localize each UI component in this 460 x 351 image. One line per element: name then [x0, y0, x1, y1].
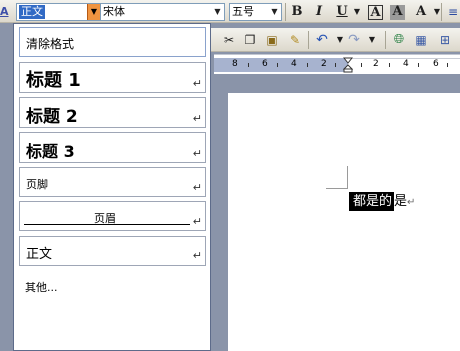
copy-icon[interactable]: ❐	[241, 31, 259, 49]
size-combo-value: 五号	[232, 5, 254, 18]
ruler-tick	[447, 63, 448, 67]
horizontal-ruler[interactable]: 8 6 4 2 2 4 6	[214, 54, 460, 74]
undo-icon[interactable]: ↶	[313, 31, 331, 49]
insert-table-icon[interactable]: ⊞	[436, 31, 454, 49]
margin-corner-mark	[326, 188, 348, 189]
styles-pane-icon[interactable]: A	[0, 3, 13, 21]
hyperlink-icon[interactable]: 🌐︎	[390, 31, 408, 49]
tables-borders-icon[interactable]: ▦	[412, 31, 430, 49]
document-text[interactable]: 是	[394, 194, 407, 209]
style-option-label: 标题 1	[26, 70, 81, 91]
font-combo[interactable]: 宋体 ▼	[101, 3, 225, 21]
redo-icon[interactable]: ↷	[345, 31, 363, 49]
style-option-normal[interactable]: 正文 ↵	[19, 236, 206, 266]
character-shading-button[interactable]: A	[390, 5, 405, 20]
margin-corner-mark	[347, 166, 348, 188]
style-dropdown-list: 清除格式 标题 1 ↵ 标题 2 ↵ 标题 3 ↵ 页脚 ↵ 页眉 ↵ 正文 ↵…	[13, 23, 211, 351]
paragraph-mark-icon: ↵	[192, 249, 202, 262]
paste-icon[interactable]: ▣	[263, 31, 281, 49]
chevron-down-icon[interactable]: ▼	[363, 31, 381, 49]
style-option-heading-2[interactable]: 标题 2 ↵	[19, 97, 206, 128]
ruler-tick	[361, 63, 362, 67]
ruler-tick	[335, 63, 336, 67]
ruler-number: 4	[403, 59, 409, 69]
style-option-label: 清除格式	[26, 37, 75, 51]
cut-icon[interactable]: ✂	[220, 31, 238, 49]
paragraph-mark: ↵	[407, 197, 416, 208]
paragraph-mark-icon: ↵	[192, 147, 202, 160]
style-option-heading-3[interactable]: 标题 3 ↵	[19, 132, 206, 163]
toolbar-separator	[385, 31, 386, 49]
paragraph-mark-icon: ↵	[192, 77, 202, 90]
format-painter-icon[interactable]: ✎	[286, 31, 304, 49]
ruler-number: 2	[321, 59, 327, 69]
chevron-down-icon[interactable]: ▼	[211, 4, 224, 20]
style-option-footer[interactable]: 页脚 ↵	[19, 167, 206, 197]
chevron-down-icon[interactable]: ▼	[87, 4, 100, 20]
bold-button[interactable]: B	[288, 3, 306, 21]
formatting-toolbar: A 正文 ▼ 宋体 ▼ 五号 ▼ B I U ▼ A A A ▼ ≡	[0, 0, 460, 23]
style-combo-value: 正文	[19, 5, 45, 19]
ruler-number: 6	[433, 59, 439, 69]
chevron-down-icon[interactable]: ▼	[348, 3, 366, 21]
align-icon[interactable]: ≡	[444, 3, 460, 21]
style-option-more[interactable]: 其他...	[25, 279, 58, 295]
style-option-header[interactable]: 页眉 ↵	[19, 201, 206, 231]
paragraph-mark-icon: ↵	[192, 215, 202, 228]
ruler-number: 4	[291, 59, 297, 69]
header-underline	[24, 224, 190, 225]
toolbar-separator	[308, 31, 309, 49]
ruler-tick	[277, 63, 278, 67]
style-option-label: 正文	[26, 247, 53, 262]
style-option-heading-1[interactable]: 标题 1 ↵	[19, 62, 206, 93]
style-option-label: 标题 3	[26, 142, 75, 161]
ruler-tick	[307, 63, 308, 67]
toolbar-separator	[285, 3, 286, 21]
document-text-line[interactable]: 都是的 是↵	[349, 192, 415, 211]
chevron-down-icon[interactable]: ▼	[268, 4, 281, 20]
document-page[interactable]	[228, 93, 460, 351]
ruler-tick	[389, 63, 390, 67]
size-combo[interactable]: 五号 ▼	[229, 3, 282, 21]
style-option-label: 标题 2	[26, 107, 78, 127]
paragraph-mark-icon: ↵	[192, 181, 202, 194]
character-border-button[interactable]: A	[368, 5, 383, 20]
ruler-number: 2	[373, 59, 379, 69]
style-combo[interactable]: 正文 ▼	[16, 3, 101, 21]
toolbar-separator	[441, 3, 442, 21]
ruler-number: 6	[262, 59, 268, 69]
indent-marker-icon[interactable]	[343, 57, 353, 73]
style-option-label: 页脚	[26, 178, 48, 191]
ruler-tick	[248, 63, 249, 67]
ruler-tick	[418, 63, 419, 67]
selected-text[interactable]: 都是的	[349, 192, 395, 211]
ruler-number: 8	[232, 59, 238, 69]
paragraph-mark-icon: ↵	[192, 112, 202, 125]
style-option-clear-formatting[interactable]: 清除格式	[19, 27, 206, 57]
font-combo-value: 宋体	[103, 5, 125, 18]
italic-button[interactable]: I	[310, 3, 328, 21]
